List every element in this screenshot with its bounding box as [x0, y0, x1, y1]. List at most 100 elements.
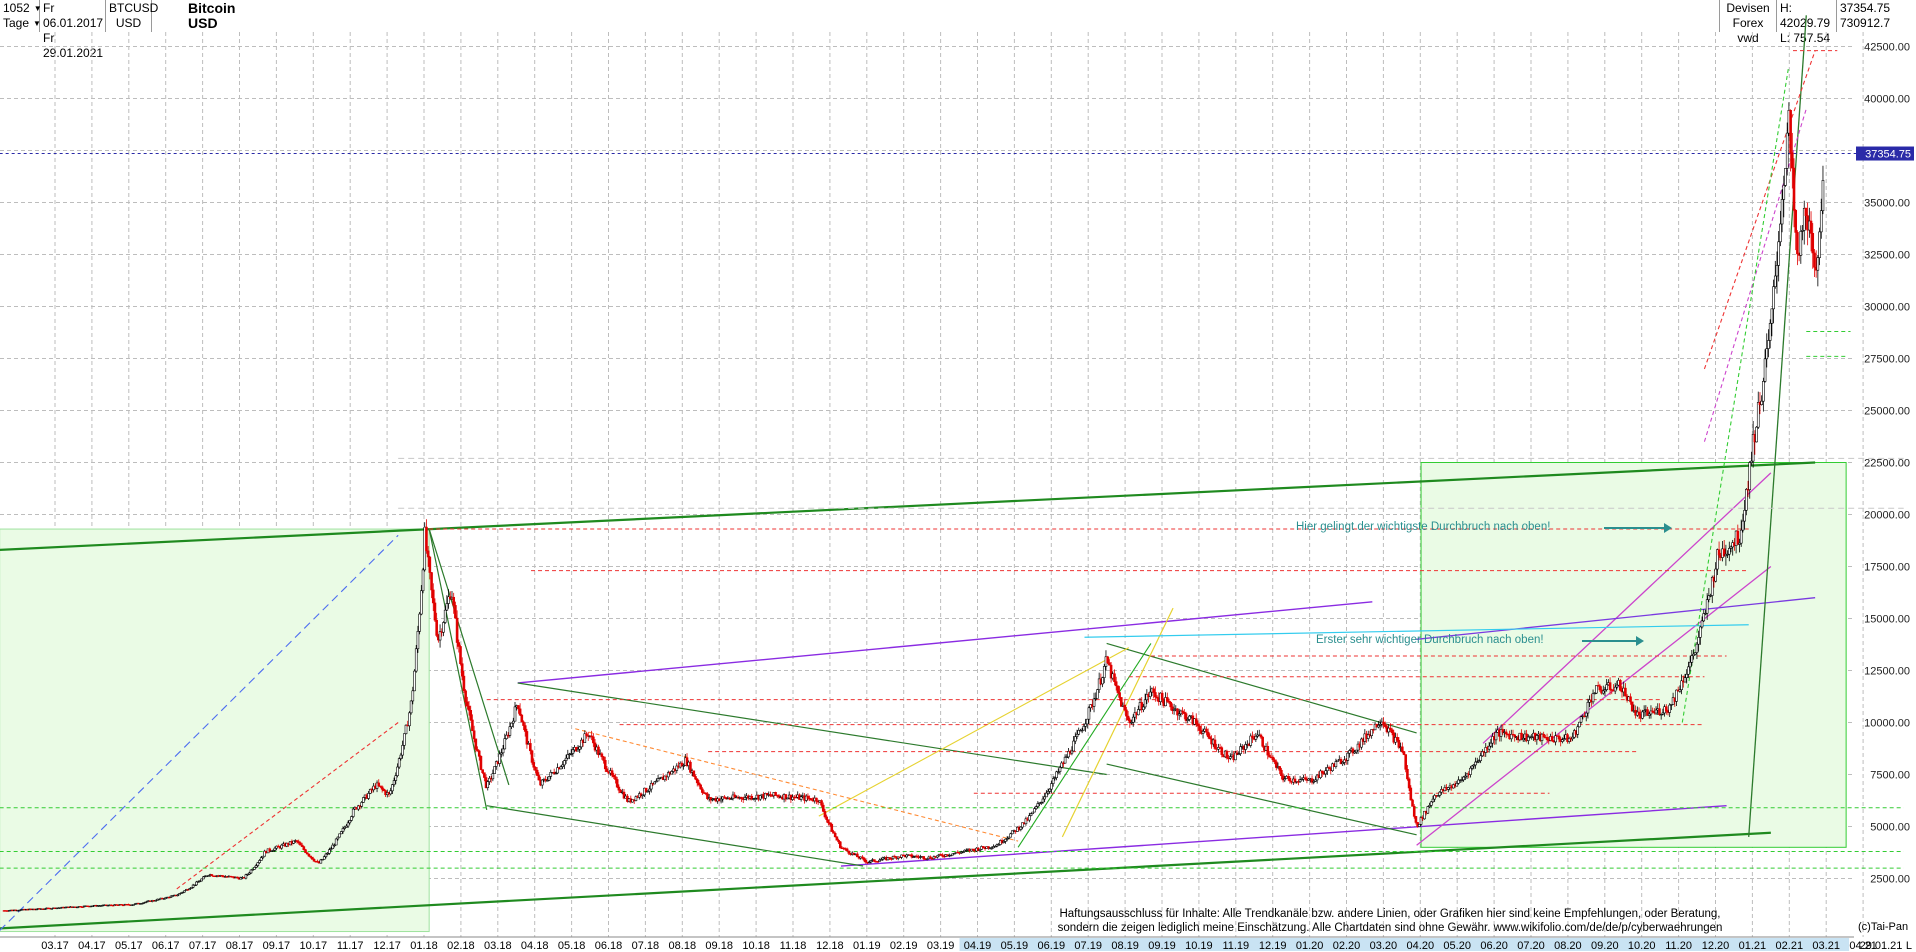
candle-body	[411, 690, 415, 702]
copyright: (c)Tai-Pan	[1858, 921, 1909, 933]
candle-body	[1261, 736, 1264, 747]
candle-body	[830, 824, 834, 832]
x-tick-label: 01.18	[410, 940, 438, 952]
x-tick-label: 02.18	[447, 940, 475, 952]
candle-body	[1108, 662, 1111, 666]
candle-body	[1654, 709, 1658, 714]
candle-body	[774, 792, 777, 796]
candle-body	[1615, 684, 1619, 688]
price-chart[interactable]: Hier gelingt der wichtigste Durchbruch n…	[0, 0, 1916, 952]
candle	[815, 797, 818, 805]
candle-body	[503, 738, 507, 750]
candle-body	[466, 701, 469, 707]
x-tick-label: 04.18	[521, 940, 549, 952]
candle-body	[1431, 798, 1435, 803]
candle	[1293, 775, 1297, 784]
candle-body	[1407, 778, 1411, 789]
candle-body	[564, 757, 568, 761]
candle-body	[1641, 711, 1644, 719]
candle-body	[414, 648, 418, 672]
candle-body	[464, 690, 467, 703]
candle-body	[518, 708, 522, 716]
candle-body	[1765, 348, 1769, 360]
candle-body	[1126, 715, 1130, 721]
candle-body	[1760, 400, 1763, 405]
x-tick-label: 12.19	[1259, 940, 1287, 952]
y-tick-label: 5000.00	[1870, 822, 1910, 834]
candle-body	[1096, 689, 1099, 699]
candle-body	[1418, 824, 1421, 827]
candle-body	[1118, 692, 1121, 698]
candle-body	[1717, 549, 1721, 556]
candle-body	[346, 822, 350, 827]
candle-body	[1811, 233, 1815, 254]
candle-body	[513, 706, 517, 722]
candle-body	[1154, 692, 1157, 698]
candle-body	[534, 766, 537, 771]
candle-body	[922, 856, 926, 860]
candle-body	[351, 808, 355, 817]
candle-body	[1102, 666, 1106, 678]
candle-body	[392, 780, 396, 785]
candle-body	[1675, 689, 1678, 702]
candle-body	[1545, 737, 1549, 740]
candle-body	[1320, 770, 1324, 774]
candle-body	[815, 797, 818, 802]
candle	[835, 836, 839, 841]
candle-body	[483, 772, 486, 778]
candle-body	[474, 738, 478, 750]
candle-body	[529, 743, 532, 752]
candle	[547, 776, 551, 782]
candle	[1796, 230, 1799, 266]
candle-body	[1630, 701, 1634, 712]
candle-body	[1334, 761, 1338, 767]
x-tick-label: 04.19	[964, 940, 992, 952]
candle-body	[1784, 168, 1787, 186]
candle-body	[758, 795, 762, 800]
candle-body	[477, 750, 481, 757]
candle-body	[348, 820, 352, 824]
candle-body	[1816, 257, 1820, 271]
candle-body	[472, 730, 476, 740]
candle-body	[428, 556, 432, 573]
candle-body	[1058, 767, 1062, 772]
x-tick-label: 10.17	[300, 940, 328, 952]
candle	[1234, 750, 1237, 761]
candle-body	[403, 733, 406, 746]
current-price-label: 37354.75	[1865, 149, 1911, 161]
x-tick-label: 08.19	[1111, 940, 1139, 952]
candle-body	[454, 605, 457, 619]
candle-body	[1479, 755, 1482, 761]
candle-body	[1019, 826, 1023, 830]
candle-body	[1504, 731, 1508, 735]
candle-body	[1813, 252, 1816, 268]
candle-body	[1470, 765, 1474, 769]
candle-body	[479, 756, 483, 770]
candle-body	[823, 811, 827, 818]
candle-body	[692, 770, 696, 777]
candle-body	[1591, 692, 1595, 703]
candle	[1101, 676, 1104, 688]
candle	[1249, 733, 1253, 748]
candle-body	[1741, 520, 1745, 531]
candle-body	[535, 769, 539, 776]
x-end-suffix: L	[1906, 940, 1912, 952]
candle-body	[1705, 599, 1709, 614]
candle-body	[1736, 530, 1740, 545]
candle-body	[420, 590, 423, 615]
candle-body	[1085, 718, 1089, 725]
candle-body	[1084, 723, 1087, 727]
candle	[414, 645, 418, 673]
candle-body	[1462, 776, 1465, 781]
x-tick-label: 02.20	[1333, 940, 1361, 952]
candle	[905, 853, 909, 859]
candle-body	[847, 850, 851, 854]
candle-body	[1578, 721, 1581, 728]
candle-body	[418, 613, 421, 632]
candle-body	[397, 758, 401, 768]
candle-body	[1116, 685, 1120, 693]
candle-body	[532, 762, 536, 768]
candle-body	[1702, 613, 1706, 622]
candle-body	[1727, 548, 1731, 555]
x-tick-label: 09.20	[1591, 940, 1619, 952]
